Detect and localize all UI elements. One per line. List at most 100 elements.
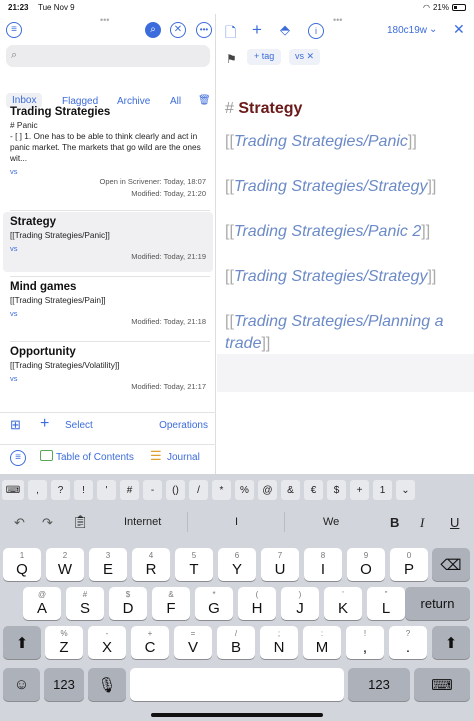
letter-key[interactable]: % Z [45, 626, 83, 659]
microphone-icon[interactable]: 🎙︎ [88, 668, 126, 701]
letter-key[interactable]: # S [66, 587, 104, 620]
info-icon[interactable]: i [308, 23, 324, 39]
letter-key[interactable]: -X [88, 626, 126, 659]
wiki-link[interactable]: [[Trading Strategies/Panic]] [225, 131, 417, 153]
hide-keyboard-icon[interactable]: ⌨ [414, 668, 470, 701]
letter-key[interactable]: :M [303, 626, 341, 659]
undo-icon[interactable]: ↶ [14, 515, 25, 531]
letter-key[interactable]: = V [174, 626, 212, 659]
more-symbols-icon[interactable]: ⌄ [396, 480, 415, 500]
wiki-link-continued[interactable]: trade]] [225, 333, 270, 355]
symbol-key[interactable]: - [143, 480, 162, 500]
close-icon[interactable]: ✕ [453, 21, 465, 38]
document-icon[interactable]: 🗋︎ [225, 22, 236, 46]
note-list-item-selected[interactable]: Strategy [[Trading Strategies/Panic]] vs… [3, 212, 213, 272]
symbol-key[interactable]: ? [51, 480, 70, 500]
suggestion[interactable]: We [323, 516, 339, 528]
wiki-link[interactable]: [[Trading Strategies/Planning a [225, 311, 444, 333]
letter-key[interactable]: 9O [347, 548, 385, 581]
letter-key[interactable]: 6Y [218, 548, 256, 581]
search-icon[interactable]: ⌕ [145, 22, 161, 38]
letter-key[interactable]: & F [152, 587, 190, 620]
symbol-key[interactable]: % [235, 480, 254, 500]
suggestion[interactable]: Internet [124, 516, 161, 528]
wiki-link[interactable]: [[Trading Strategies/Strategy]] [225, 176, 436, 198]
italic-icon[interactable]: I [420, 515, 424, 531]
note-list-item[interactable]: Trading Strategies # Panic - [ ] 1. One … [3, 102, 213, 210]
note-id[interactable]: 180c19w [387, 25, 427, 36]
tag-icon[interactable]: ⬘ [280, 22, 290, 38]
letter-key[interactable]: ?. [389, 626, 427, 659]
close-icon[interactable]: ✕ [170, 22, 186, 38]
shift-key-left[interactable]: ⬆ [3, 626, 41, 659]
letter-key[interactable]: " L [367, 587, 405, 620]
tag-chip[interactable]: vs ✕ [289, 49, 321, 65]
add-note-icon[interactable]: + [40, 415, 49, 433]
select-button[interactable]: Select [65, 420, 93, 431]
letter-key[interactable]: + C [131, 626, 169, 659]
letter-key[interactable]: 8I [304, 548, 342, 581]
letter-key[interactable]: 1Q [3, 548, 41, 581]
letter-key[interactable]: @ A [23, 587, 61, 620]
letter-key[interactable]: 4R [132, 548, 170, 581]
operations-button[interactable]: Operations [159, 420, 208, 431]
add-tag-button[interactable]: + tag [247, 49, 282, 65]
symbol-key[interactable]: , [28, 480, 47, 500]
wiki-link[interactable]: [[Trading Strategies/Strategy]] [225, 266, 436, 288]
remove-tag-icon[interactable]: ✕ [307, 51, 315, 61]
flag-icon[interactable]: ⚑ [226, 52, 237, 66]
more-icon[interactable]: ••• [196, 22, 212, 38]
note-list-item[interactable]: Mind games [[Trading Strategies/Pain]] v… [3, 277, 213, 341]
symbol-key[interactable]: () [166, 480, 185, 500]
letter-key[interactable]: ; N [260, 626, 298, 659]
symbol-key[interactable]: € [304, 480, 323, 500]
note-list-item[interactable]: Opportunity [[Trading Strategies/Volatil… [3, 342, 213, 406]
redo-icon[interactable]: ↷ [42, 515, 53, 531]
clipboard-icon[interactable]: 📋︎ [72, 514, 89, 530]
underline-icon[interactable]: U [450, 515, 459, 530]
letter-key[interactable]: $ D [109, 587, 147, 620]
letter-key[interactable]: !, [346, 626, 384, 659]
numbers-key-left[interactable]: 123 [44, 668, 84, 701]
letter-key[interactable]: 2W [46, 548, 84, 581]
multitask-dots-icon[interactable]: ••• [100, 15, 109, 25]
return-key[interactable]: return [405, 587, 470, 620]
grid-icon[interactable]: ⊞ [10, 417, 21, 433]
list-menu-icon[interactable]: ≡ [10, 450, 26, 466]
letter-key[interactable]: 5T [175, 548, 213, 581]
journal-button[interactable]: Journal [167, 452, 200, 463]
search-input[interactable]: ⌕ [6, 45, 210, 67]
symbol-key[interactable]: @ [258, 480, 277, 500]
letter-key[interactable]: (H [238, 587, 276, 620]
symbol-key[interactable]: + [350, 480, 369, 500]
chevron-down-icon[interactable]: ⌄ [429, 24, 437, 35]
add-icon[interactable]: + [252, 20, 262, 40]
letter-key[interactable]: 0P [390, 548, 428, 581]
bold-icon[interactable]: B [390, 515, 399, 530]
letter-key[interactable]: ' K [324, 587, 362, 620]
space-key[interactable] [130, 668, 344, 701]
wiki-link[interactable]: [[Trading Strategies/Panic 2]] [225, 221, 430, 243]
emoji-key[interactable]: ☺ [3, 668, 40, 701]
numbers-key-right[interactable]: 123 [348, 668, 410, 701]
symbol-key[interactable]: & [281, 480, 300, 500]
symbol-key[interactable]: ! [74, 480, 93, 500]
table-of-contents-button[interactable]: Table of Contents [56, 452, 134, 463]
letter-key[interactable]: 3E [89, 548, 127, 581]
delete-key[interactable]: ⌫ [432, 548, 470, 581]
menu-icon[interactable]: ≡ [6, 22, 22, 38]
keyboard-icon[interactable]: ⌨ [2, 480, 24, 500]
letter-key[interactable]: 7U [261, 548, 299, 581]
symbol-key[interactable]: * [212, 480, 231, 500]
symbol-key[interactable]: ' [97, 480, 116, 500]
letter-key[interactable]: * G [195, 587, 233, 620]
shift-key-right[interactable]: ⬆ [432, 626, 470, 659]
symbol-key[interactable]: # [120, 480, 139, 500]
suggestion[interactable]: I [235, 516, 238, 528]
note-heading[interactable]: # Strategy [225, 100, 302, 118]
symbol-key[interactable]: $ [327, 480, 346, 500]
symbol-key[interactable]: / [189, 480, 208, 500]
symbol-key[interactable]: 1 [373, 480, 392, 500]
letter-key[interactable]: ) J [281, 587, 319, 620]
letter-key[interactable]: / B [217, 626, 255, 659]
